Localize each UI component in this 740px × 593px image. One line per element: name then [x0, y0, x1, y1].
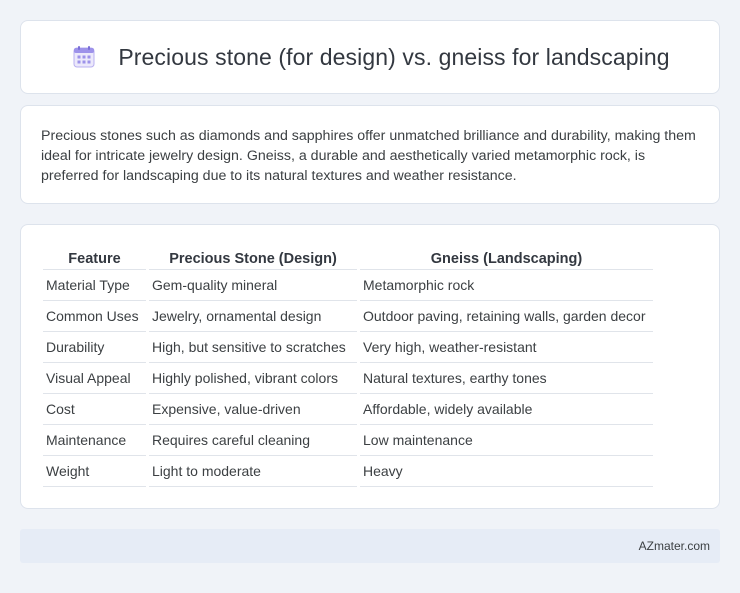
row-precious-stone: Jewelry, ornamental design	[149, 301, 357, 332]
row-gneiss: Metamorphic rock	[360, 270, 653, 301]
row-precious-stone: Light to moderate	[149, 456, 357, 487]
title-card: Precious stone (for design) vs. gneiss f…	[20, 20, 720, 94]
row-gneiss: Affordable, widely available	[360, 394, 653, 425]
intro-card: Precious stones such as diamonds and sap…	[20, 105, 720, 204]
row-gneiss: Low maintenance	[360, 425, 653, 456]
table-header-row: Feature Precious Stone (Design) Gneiss (…	[43, 245, 653, 270]
table-row: Common Uses Jewelry, ornamental design O…	[43, 301, 653, 332]
row-gneiss: Very high, weather-resistant	[360, 332, 653, 363]
column-header-feature: Feature	[43, 245, 146, 270]
footer-site-link[interactable]: AZmater.com	[639, 539, 710, 553]
row-feature: Material Type	[43, 270, 146, 301]
row-feature: Cost	[43, 394, 146, 425]
table-row: Visual Appeal Highly polished, vibrant c…	[43, 363, 653, 394]
comparison-table: Feature Precious Stone (Design) Gneiss (…	[40, 245, 656, 487]
row-feature: Weight	[43, 456, 146, 487]
row-feature: Visual Appeal	[43, 363, 146, 394]
row-feature: Durability	[43, 332, 146, 363]
row-feature: Common Uses	[43, 301, 146, 332]
table-row: Material Type Gem-quality mineral Metamo…	[43, 270, 653, 301]
row-gneiss: Heavy	[360, 456, 653, 487]
table-row: Durability High, but sensitive to scratc…	[43, 332, 653, 363]
column-header-gneiss: Gneiss (Landscaping)	[360, 245, 653, 270]
page-title: Precious stone (for design) vs. gneiss f…	[118, 43, 670, 70]
row-precious-stone: Expensive, value-driven	[149, 394, 357, 425]
row-feature: Maintenance	[43, 425, 146, 456]
calendar-icon	[70, 43, 98, 71]
table-row: Weight Light to moderate Heavy	[43, 456, 653, 487]
intro-paragraph: Precious stones such as diamonds and sap…	[41, 128, 696, 184]
footer-bar: AZmater.com	[20, 529, 720, 563]
comparison-card: Feature Precious Stone (Design) Gneiss (…	[20, 224, 720, 509]
row-precious-stone: Gem-quality mineral	[149, 270, 357, 301]
row-gneiss: Natural textures, earthy tones	[360, 363, 653, 394]
table-row: Cost Expensive, value-driven Affordable,…	[43, 394, 653, 425]
row-precious-stone: High, but sensitive to scratches	[149, 332, 357, 363]
column-header-precious-stone: Precious Stone (Design)	[149, 245, 357, 270]
row-precious-stone: Highly polished, vibrant colors	[149, 363, 357, 394]
row-gneiss: Outdoor paving, retaining walls, garden …	[360, 301, 653, 332]
row-precious-stone: Requires careful cleaning	[149, 425, 357, 456]
table-row: Maintenance Requires careful cleaning Lo…	[43, 425, 653, 456]
